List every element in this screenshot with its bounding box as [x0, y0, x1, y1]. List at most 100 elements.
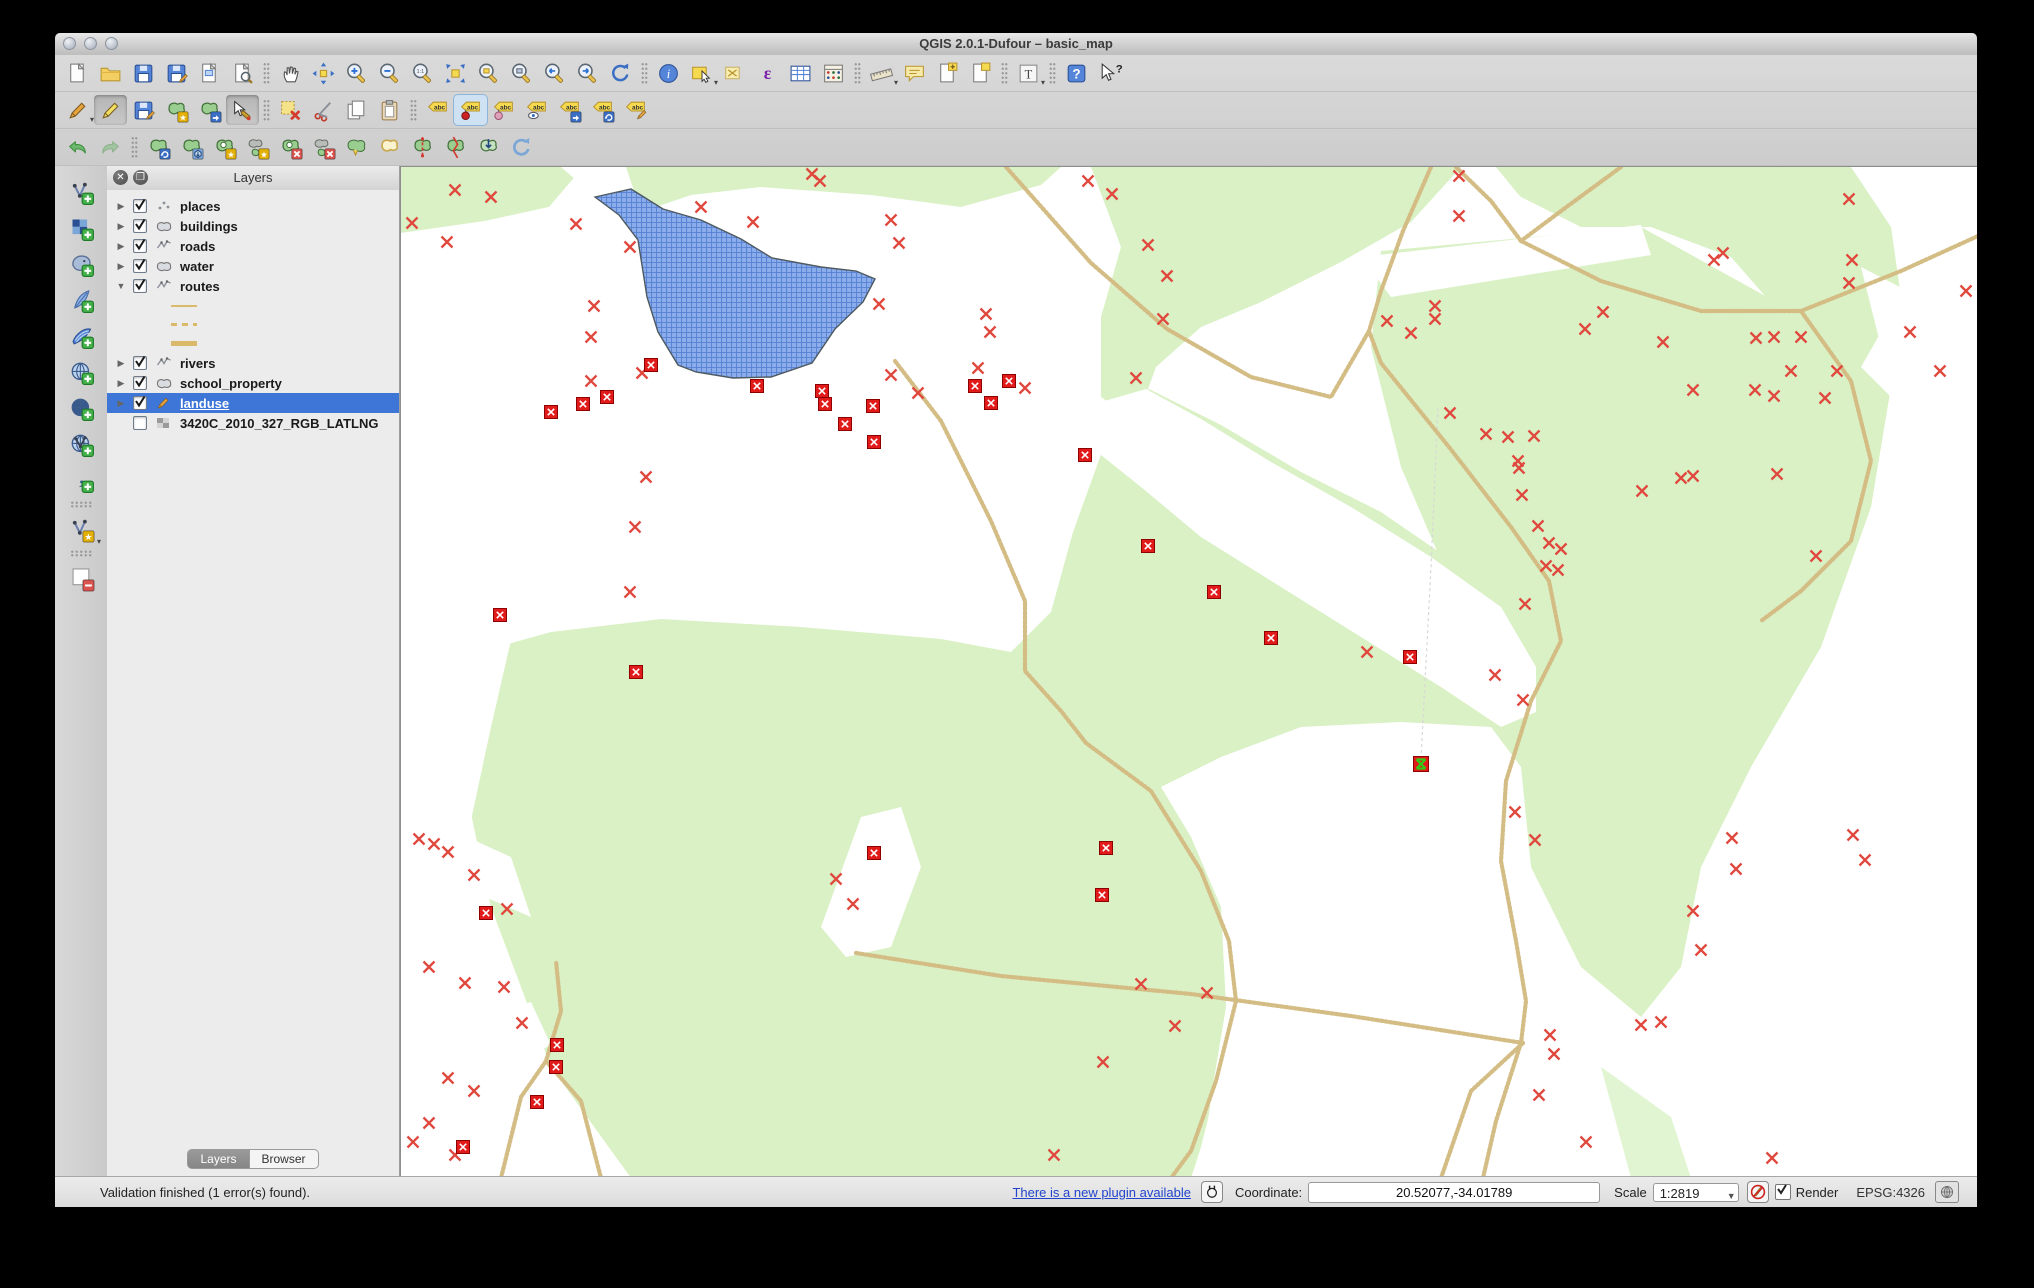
chevron-down-icon[interactable]: ▾	[1041, 78, 1045, 87]
topology-error-marker[interactable]	[550, 1061, 563, 1074]
layer-item-water[interactable]: ▶water	[107, 256, 399, 276]
topology-error-marker[interactable]	[645, 359, 658, 372]
layer-visibility-checkbox[interactable]	[133, 219, 147, 233]
label-hold-button[interactable]: abc	[487, 95, 520, 125]
new-project-button[interactable]	[61, 58, 94, 88]
reshape-features-button[interactable]	[340, 132, 373, 162]
pan-map-button[interactable]	[274, 58, 307, 88]
new-plugin-link[interactable]: There is a new plugin available	[1012, 1185, 1191, 1200]
merge-features-button[interactable]	[472, 132, 505, 162]
topology-error-marker[interactable]	[969, 380, 982, 393]
add-vector-layer-button[interactable]	[61, 174, 101, 210]
offset-curve-button[interactable]	[373, 132, 406, 162]
add-feature-button[interactable]: ★	[160, 95, 193, 125]
tab-browser[interactable]: Browser	[250, 1149, 319, 1169]
topology-error-marker[interactable]	[601, 391, 614, 404]
topology-error-marker[interactable]	[819, 398, 832, 411]
symbology-item-line-thick[interactable]	[107, 334, 399, 353]
zoom-to-selection-button[interactable]	[472, 58, 505, 88]
pan-to-selection-button[interactable]	[307, 58, 340, 88]
add-delimited-text-layer-button[interactable]: ,	[61, 462, 101, 498]
plugin-manager-icon[interactable]	[1201, 1181, 1223, 1203]
add-postgis-layer-button[interactable]	[61, 246, 101, 282]
layer-visibility-checkbox[interactable]	[133, 416, 147, 430]
rotate-feature-button[interactable]	[142, 132, 175, 162]
layer-visibility-checkbox[interactable]	[133, 259, 147, 273]
scale-combo[interactable]: 1:2819▼	[1653, 1183, 1739, 1202]
help-contents-button[interactable]: ?	[1060, 58, 1093, 88]
topology-error-marker[interactable]	[1265, 632, 1278, 645]
stop-rendering-icon[interactable]	[1747, 1181, 1769, 1203]
layer-item-landuse[interactable]: ▶landuse	[107, 393, 399, 413]
expand-icon[interactable]: ▶	[115, 261, 127, 272]
delete-part-button[interactable]	[307, 132, 340, 162]
add-wcs-layer-button[interactable]	[61, 390, 101, 426]
label-pin-unpin-button[interactable]: abc	[454, 95, 487, 125]
topology-error-marker[interactable]	[867, 400, 880, 413]
expand-icon[interactable]: ▶	[115, 358, 127, 369]
add-mssql-layer-button[interactable]	[61, 318, 101, 354]
rotate-point-symbols-button[interactable]	[505, 132, 538, 162]
zoom-full-button[interactable]	[439, 58, 472, 88]
topology-error-marker[interactable]	[1096, 889, 1109, 902]
expand-icon[interactable]: ▶	[115, 221, 127, 232]
tab-layers[interactable]: Layers	[187, 1149, 249, 1169]
selected-error-marker[interactable]	[1414, 757, 1429, 772]
select-by-expression-button[interactable]: ε	[751, 58, 784, 88]
label-properties-button[interactable]: abc	[619, 95, 652, 125]
delete-selected-button[interactable]	[274, 95, 307, 125]
split-parts-button[interactable]	[439, 132, 472, 162]
layer-visibility-checkbox[interactable]	[133, 199, 147, 213]
remove-layer-button[interactable]	[61, 560, 101, 596]
paste-features-button[interactable]	[373, 95, 406, 125]
expand-icon[interactable]: ▶	[115, 241, 127, 252]
topology-error-marker[interactable]	[816, 385, 829, 398]
label-move-button[interactable]: abc	[553, 95, 586, 125]
layer-item-roads[interactable]: ▶roads	[107, 236, 399, 256]
expand-icon[interactable]: ▶	[115, 201, 127, 212]
zoom-to-layer-button[interactable]	[505, 58, 538, 88]
move-feature-button[interactable]	[193, 95, 226, 125]
layer-visibility-checkbox[interactable]	[133, 376, 147, 390]
chevron-down-icon[interactable]: ▾	[97, 537, 101, 546]
map-canvas[interactable]	[400, 166, 1977, 1177]
title-bar[interactable]: QGIS 2.0.1-Dufour – basic_map	[55, 33, 1977, 56]
layer-item-buildings[interactable]: ▶buildings	[107, 216, 399, 236]
new-bookmark-button[interactable]	[931, 58, 964, 88]
expand-icon[interactable]: ▶	[115, 398, 127, 409]
select-features-button[interactable]: ▾	[685, 58, 718, 88]
layer-item-school_property[interactable]: ▶school_property	[107, 373, 399, 393]
simplify-feature-button[interactable]	[175, 132, 208, 162]
zoom-actual-size-button[interactable]: 1:1	[406, 58, 439, 88]
layer-item-3420C_2010_327_RGB_LATLNG[interactable]: 3420C_2010_327_RGB_LATLNG	[107, 413, 399, 433]
delete-ring-button[interactable]	[274, 132, 307, 162]
topology-error-marker[interactable]	[531, 1096, 544, 1109]
node-tool-button[interactable]	[226, 95, 259, 125]
undo-button[interactable]	[61, 132, 94, 162]
save-layer-edits-button[interactable]	[127, 95, 160, 125]
zoom-next-button[interactable]	[571, 58, 604, 88]
zoom-last-button[interactable]	[538, 58, 571, 88]
layer-visibility-checkbox[interactable]	[133, 239, 147, 253]
topology-error-marker[interactable]	[551, 1039, 564, 1052]
add-raster-layer-button[interactable]	[61, 210, 101, 246]
cut-features-button[interactable]	[307, 95, 340, 125]
toggle-editing-button[interactable]	[94, 95, 127, 125]
open-attribute-table-button[interactable]	[784, 58, 817, 88]
new-shapefile-layer-button[interactable]: ★▾	[61, 511, 101, 547]
topology-error-marker[interactable]	[1208, 586, 1221, 599]
map-tips-button[interactable]	[898, 58, 931, 88]
topology-error-marker[interactable]	[1142, 540, 1155, 553]
topology-error-marker[interactable]	[868, 436, 881, 449]
coordinate-input[interactable]: 20.52077,-34.01789	[1308, 1182, 1600, 1203]
add-wms-layer-button[interactable]	[61, 354, 101, 390]
expand-icon[interactable]: ▶	[115, 378, 127, 389]
render-checkbox[interactable]	[1775, 1184, 1791, 1200]
add-spatialite-layer-button[interactable]	[61, 282, 101, 318]
topology-error-marker[interactable]	[1003, 375, 1016, 388]
topology-error-marker[interactable]	[1404, 651, 1417, 664]
topology-error-marker[interactable]	[577, 398, 590, 411]
field-calculator-button[interactable]	[817, 58, 850, 88]
measure-line-button[interactable]: ▾	[865, 58, 898, 88]
open-project-button[interactable]	[94, 58, 127, 88]
